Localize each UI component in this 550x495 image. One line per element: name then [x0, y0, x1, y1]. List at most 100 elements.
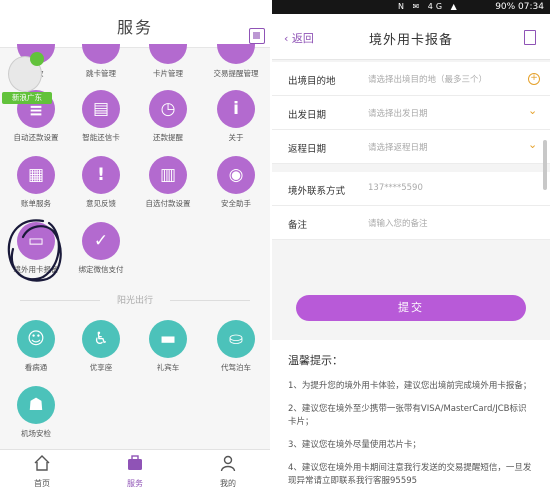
tab-mine[interactable]: 我的 — [198, 454, 258, 489]
departure-date-field[interactable]: 出发日期 请选择出发日期 ⌄ — [272, 96, 550, 130]
scan-icon[interactable] — [249, 28, 265, 44]
grid-item-label: 卡片管理 — [153, 69, 183, 78]
floating-wechat-badge[interactable]: 新浪广东 — [2, 52, 52, 110]
status-icons: N ✉ 4G ▲ — [398, 2, 460, 11]
overseas-report-screen: N ✉ 4G ▲ 90% 07:34 ‹ 返回 境外用卡报备 出境目的地 请选择… — [272, 0, 550, 495]
section-divider: 阳光出行 — [0, 293, 270, 307]
grid-item-smart-card[interactable]: ▤ 智能还信卡 — [71, 90, 131, 143]
grid-item-label: 自动还款设置 — [13, 133, 59, 142]
travel-item-doctor[interactable]: ☺ 看病通 — [6, 320, 66, 373]
grid-item-partial-4[interactable]: 交易提醒管理 — [206, 44, 266, 79]
tips-title: 温馨提示： — [288, 354, 343, 367]
report-header: ‹ 返回 境外用卡报备 — [272, 14, 550, 60]
return-date-field[interactable]: 返程日期 请选择返程日期 ⌄ — [272, 130, 550, 164]
trip-form: 出境目的地 请选择出境目的地（最多三个） + 出发日期 请选择出发日期 ⌄ 返程… — [272, 62, 550, 164]
partial-icon — [149, 44, 187, 64]
chevron-down-icon[interactable]: ⌄ — [528, 138, 537, 151]
briefcase-icon — [128, 455, 142, 470]
submit-button[interactable]: 提交 — [296, 295, 526, 321]
wechat-icon — [30, 52, 44, 66]
alarm-clock-icon: ◷ — [149, 90, 187, 128]
grid-item-security-assistant[interactable]: ◉ 安全助手 — [206, 156, 266, 209]
shield-icon: ◉ — [217, 156, 255, 194]
document-icon: ▥ — [149, 156, 187, 194]
travel-item-airport-security[interactable]: ☗ 机场安检 — [6, 386, 66, 439]
partial-icon — [82, 44, 120, 64]
bill-icon: ▦ — [17, 156, 55, 194]
tab-label: 我的 — [220, 479, 236, 488]
person-icon — [220, 455, 236, 472]
add-icon[interactable]: + — [528, 73, 540, 85]
grid-item-label: 关于 — [228, 133, 244, 142]
status-bar: N ✉ 4G ▲ 90% 07:34 — [272, 0, 550, 14]
travel-item-car[interactable]: ▬ 礼宾车 — [138, 320, 198, 373]
home-icon — [34, 455, 50, 471]
bottom-tab-bar: 首页 服务 我的 — [0, 449, 270, 495]
tip-item: 4、建议您在境外用卡期间注意我行发送的交易提醒短信，一旦发现异常请立即联系我行客… — [288, 463, 532, 486]
field-label: 出发日期 — [288, 110, 327, 121]
grid-item-bill-service[interactable]: ▦ 账单服务 — [6, 156, 66, 209]
security-gate-icon: ☗ — [17, 386, 55, 424]
status-time: 90% 07:34 — [495, 2, 544, 12]
field-label: 备注 — [288, 220, 308, 231]
grid-item-wechat-pay[interactable]: ✓ 绑定微信支付 — [71, 222, 131, 275]
wechat-pay-icon: ✓ — [82, 222, 120, 260]
info-icon: i — [217, 90, 255, 128]
field-label: 境外联系方式 — [288, 186, 346, 197]
grid-item-partial-2[interactable]: 跳卡管理 — [71, 44, 131, 79]
page-title: 服务 — [116, 18, 153, 37]
tab-label: 服务 — [127, 479, 143, 488]
grid-item-label: 跳卡管理 — [86, 69, 116, 78]
service-header: 服务 — [0, 0, 270, 48]
field-placeholder: 请选择出发日期 — [368, 109, 428, 119]
floating-badge-label: 新浪广东 — [2, 92, 52, 104]
tab-service[interactable]: 服务 — [105, 454, 165, 489]
travel-item-seat[interactable]: ♿ 优享座 — [71, 320, 131, 373]
grid-item-repay-reminder[interactable]: ◷ 还款提醒 — [138, 90, 198, 143]
field-placeholder: 请选择返程日期 — [368, 143, 428, 153]
grid-item-label: 智能还信卡 — [82, 133, 120, 142]
travel-item-parking[interactable]: ⛀ 代驾泊车 — [206, 320, 266, 373]
grid-item-feedback[interactable]: ! 意见反馈 — [71, 156, 131, 209]
remark-field[interactable]: 备注 请输入您的备注 — [272, 206, 550, 240]
grid-item-label: 机场安检 — [21, 429, 51, 438]
section-title: 阳光出行 — [116, 296, 153, 306]
grid-item-about[interactable]: i 关于 — [206, 90, 266, 143]
grid-item-label: 代驾泊车 — [221, 363, 251, 372]
service-screen: 服务 动效 跳卡管理 卡片管理 交易提醒管理 ≣ 自动还款设置 ▤ 智能还信卡 … — [0, 0, 270, 495]
document-icon[interactable] — [524, 30, 536, 45]
scrollbar[interactable] — [543, 140, 547, 190]
grid-item-label: 绑定微信支付 — [78, 265, 124, 274]
highlight-scribble — [7, 219, 62, 282]
grid-item-label: 看病通 — [24, 363, 48, 372]
grid-item-partial-3[interactable]: 卡片管理 — [138, 44, 198, 79]
tip-item: 1、为提升您的境外用卡体验，建议您出境前完成境外用卡报备； — [288, 381, 532, 391]
grid-item-label: 意见反馈 — [86, 199, 116, 208]
seat-icon: ♿ — [82, 320, 120, 358]
parking-icon: ⛀ — [217, 320, 255, 358]
tab-label: 首页 — [34, 479, 50, 488]
grid-item-label: 安全助手 — [221, 199, 251, 208]
contact-field[interactable]: 境外联系方式 137****5590 — [272, 172, 550, 206]
contact-form: 境外联系方式 137****5590 备注 请输入您的备注 — [272, 172, 550, 240]
grid-item-label: 交易提醒管理 — [213, 69, 259, 78]
page-title: 境外用卡报备 — [368, 33, 453, 48]
tab-home[interactable]: 首页 — [12, 454, 72, 489]
card-stack-icon: ▤ — [82, 90, 120, 128]
tip-item: 3、建议您在境外尽量使用芯片卡； — [288, 440, 421, 450]
chevron-down-icon[interactable]: ⌄ — [528, 104, 537, 117]
field-placeholder: 请输入您的备注 — [368, 219, 428, 229]
grid-item-payment-settings[interactable]: ▥ 自选付款设置 — [138, 156, 198, 209]
grid-item-label: 自选付款设置 — [145, 199, 191, 208]
field-value: 137****5590 — [368, 183, 423, 193]
grid-item-label: 还款提醒 — [153, 133, 183, 142]
field-label: 出境目的地 — [288, 76, 336, 87]
destination-field[interactable]: 出境目的地 请选择出境目的地（最多三个） + — [272, 62, 550, 96]
field-placeholder: 请选择出境目的地（最多三个） — [368, 75, 488, 85]
tips-panel: 温馨提示： 1、为提升您的境外用卡体验，建议您出境前完成境外用卡报备； 2、建议… — [272, 340, 550, 495]
grid-item-label: 账单服务 — [21, 199, 51, 208]
doctor-icon: ☺ — [17, 320, 55, 358]
car-icon: ▬ — [149, 320, 187, 358]
tip-item: 2、建议您在境外至少携带一张带有VISA/MasterCard/JCB标识卡片； — [288, 404, 527, 427]
feedback-icon: ! — [82, 156, 120, 194]
